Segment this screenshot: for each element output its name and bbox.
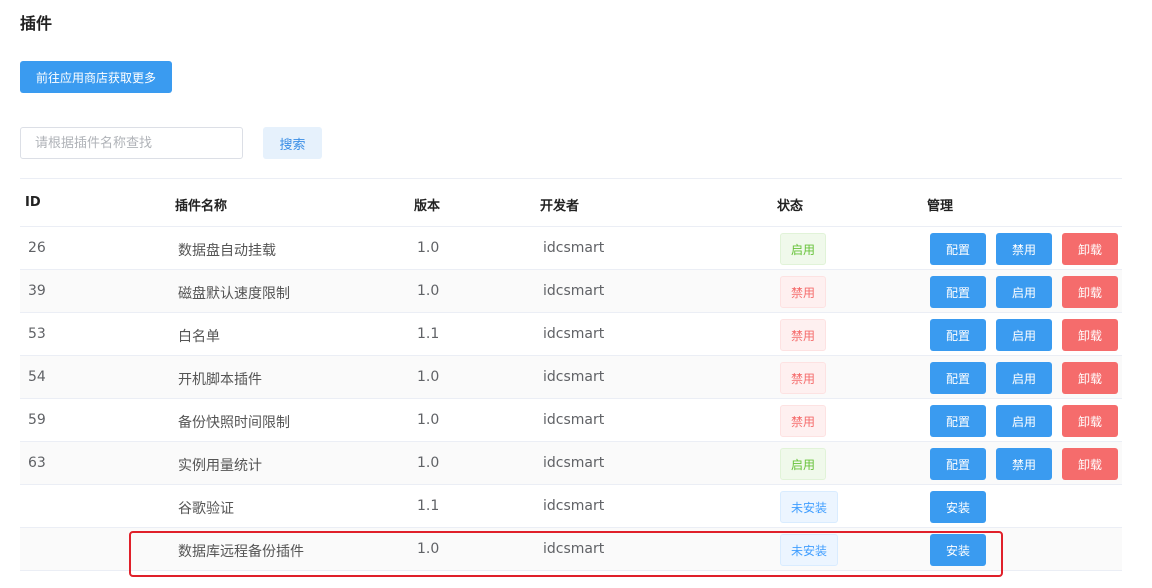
cell-version: 1.0 — [417, 369, 440, 385]
uninstall-button[interactable]: 卸载 — [1062, 276, 1118, 308]
cell-version: 1.1 — [417, 326, 440, 342]
cell-name: 磁盘默认速度限制 — [178, 286, 290, 302]
cell-id: 53 — [28, 326, 46, 342]
table-row: 59 备份快照时间限制 1.0 idcsmart 禁用 配置 启用 卸载 — [20, 399, 1122, 442]
cell-version: 1.0 — [417, 283, 440, 299]
app-store-button[interactable]: 前往应用商店获取更多 — [20, 61, 172, 93]
cell-developer: idcsmart — [543, 412, 605, 428]
page-title: 插件 — [20, 14, 53, 33]
header-manage: 管理 — [927, 199, 954, 214]
status-badge: 禁用 — [780, 319, 826, 351]
cell-developer: idcsmart — [543, 541, 605, 557]
table-row: 39 磁盘默认速度限制 1.0 idcsmart 禁用 配置 启用 卸载 — [20, 270, 1122, 313]
cell-developer: idcsmart — [543, 498, 605, 514]
search-button[interactable]: 搜索 — [263, 127, 322, 159]
cell-id: 26 — [28, 240, 46, 256]
config-button[interactable]: 配置 — [930, 233, 986, 265]
cell-developer: idcsmart — [543, 369, 605, 385]
table-row: 谷歌验证 1.1 idcsmart 未安装 安装 — [20, 485, 1122, 528]
cell-developer: idcsmart — [543, 283, 605, 299]
table-row: 54 开机脚本插件 1.0 idcsmart 禁用 配置 启用 卸载 — [20, 356, 1122, 399]
uninstall-button[interactable]: 卸载 — [1062, 405, 1118, 437]
cell-name: 开机脚本插件 — [178, 372, 262, 388]
install-button[interactable]: 安装 — [930, 491, 986, 523]
cell-name: 白名单 — [178, 329, 220, 345]
config-button[interactable]: 配置 — [930, 362, 986, 394]
config-button[interactable]: 配置 — [930, 405, 986, 437]
enable-button[interactable]: 启用 — [996, 319, 1052, 351]
enable-button[interactable]: 启用 — [996, 276, 1052, 308]
cell-id: 63 — [28, 455, 46, 471]
enable-button[interactable]: 启用 — [996, 405, 1052, 437]
config-button[interactable]: 配置 — [930, 448, 986, 480]
uninstall-button[interactable]: 卸载 — [1062, 362, 1118, 394]
table-body: 26 数据盘自动挂载 1.0 idcsmart 启用 配置 禁用 卸载 39 磁盘默认速度限制 1.… — [20, 227, 1122, 571]
config-button[interactable]: 配置 — [930, 276, 986, 308]
status-badge: 启用 — [780, 233, 826, 265]
status-badge: 禁用 — [780, 276, 826, 308]
uninstall-button[interactable]: 卸载 — [1062, 448, 1118, 480]
header-name: 插件名称 — [175, 199, 228, 214]
cell-name: 数据盘自动挂载 — [178, 243, 276, 259]
header-version: 版本 — [414, 199, 441, 214]
status-badge: 未安装 — [780, 491, 838, 523]
cell-name: 备份快照时间限制 — [178, 415, 290, 431]
cell-version: 1.1 — [417, 498, 440, 514]
status-badge: 未安装 — [780, 534, 838, 566]
cell-developer: idcsmart — [543, 240, 605, 256]
cell-developer: idcsmart — [543, 455, 605, 471]
uninstall-button[interactable]: 卸载 — [1062, 233, 1118, 265]
header-developer: 开发者 — [540, 199, 580, 214]
cell-name: 谷歌验证 — [178, 501, 234, 517]
cell-id: 59 — [28, 412, 46, 428]
table-header: ID 插件名称 版本 开发者 状态 管理 — [20, 178, 1122, 227]
table-row: 53 白名单 1.1 idcsmart 禁用 配置 启用 卸载 — [20, 313, 1122, 356]
plugin-table: ID 插件名称 版本 开发者 状态 管理 26 数据盘自动挂载 1.0 idcsmar… — [20, 178, 1122, 571]
cell-version: 1.0 — [417, 240, 440, 256]
cell-developer: idcsmart — [543, 326, 605, 342]
cell-version: 1.0 — [417, 412, 440, 428]
disable-button[interactable]: 禁用 — [996, 233, 1052, 265]
status-badge: 启用 — [780, 448, 826, 480]
table-row: 26 数据盘自动挂载 1.0 idcsmart 启用 配置 禁用 卸载 — [20, 227, 1122, 270]
uninstall-button[interactable]: 卸载 — [1062, 319, 1118, 351]
install-button[interactable]: 安装 — [930, 534, 986, 566]
disable-button[interactable]: 禁用 — [996, 448, 1052, 480]
search-input[interactable] — [20, 127, 243, 159]
cell-name: 实例用量统计 — [178, 458, 262, 474]
cell-id: 39 — [28, 283, 46, 299]
header-status: 状态 — [777, 199, 804, 214]
config-button[interactable]: 配置 — [930, 319, 986, 351]
status-badge: 禁用 — [780, 362, 826, 394]
cell-id: 54 — [28, 369, 46, 385]
table-row: 63 实例用量统计 1.0 idcsmart 启用 配置 禁用 卸载 — [20, 442, 1122, 485]
cell-version: 1.0 — [417, 541, 440, 557]
enable-button[interactable]: 启用 — [996, 362, 1052, 394]
cell-name: 数据库远程备份插件 — [178, 544, 304, 560]
status-badge: 禁用 — [780, 405, 826, 437]
table-row: 数据库远程备份插件 1.0 idcsmart 未安装 安装 — [20, 528, 1122, 571]
header-id: ID — [25, 195, 41, 210]
cell-version: 1.0 — [417, 455, 440, 471]
